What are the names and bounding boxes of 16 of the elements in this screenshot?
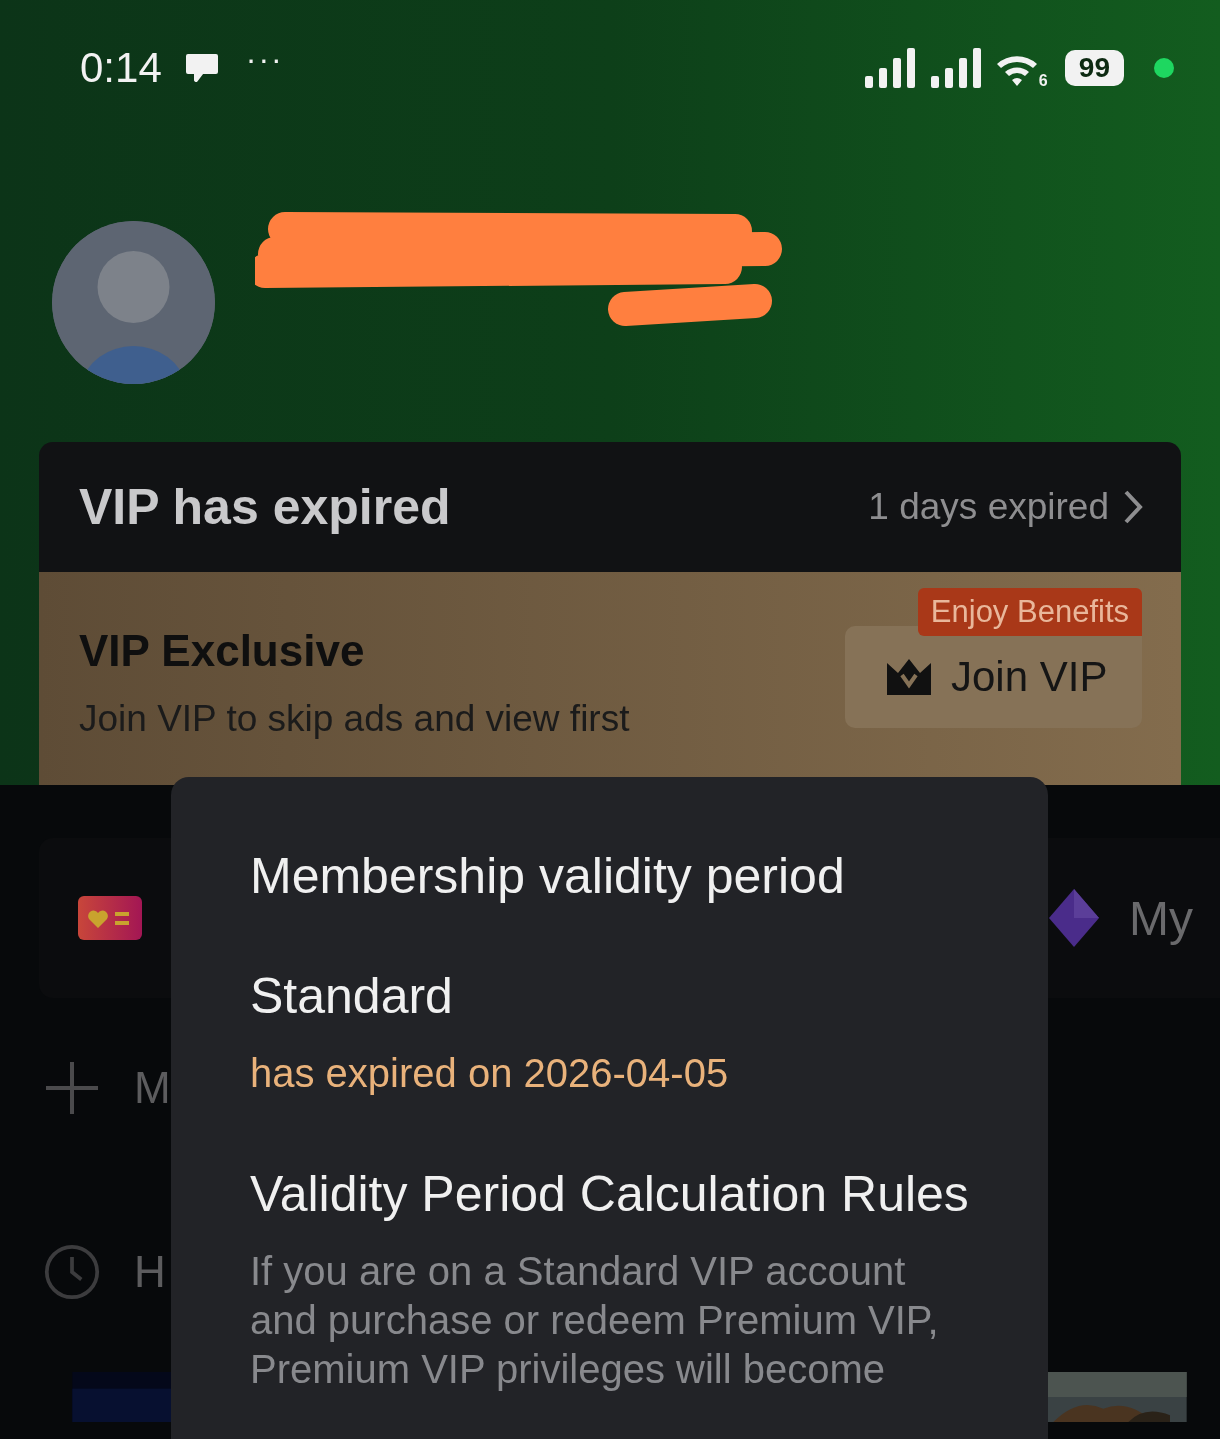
expiry-text: 1 days expired — [868, 486, 1109, 528]
status-time: 0:14 — [80, 43, 162, 92]
plan-name: Standard — [250, 967, 454, 1025]
promo-title: VIP Exclusive — [79, 626, 366, 676]
menu-item[interactable]: H — [134, 1247, 166, 1297]
rules-heading: Validity Period Calculation Rules — [250, 1165, 969, 1224]
benefits-badge: Enjoy Benefits — [917, 588, 1142, 636]
dialog-title: Membership validity period — [250, 847, 846, 905]
more-notifications: ··· — [245, 41, 284, 78]
menu-item[interactable]: M — [134, 1063, 171, 1113]
vip-status-title: VIP has expired — [79, 478, 451, 536]
battery-level: 99 — [1064, 49, 1124, 86]
expiry-status: has expired on 2026-04-05 — [250, 1051, 730, 1096]
vip-status-bar[interactable]: VIP has expired 1 days expired — [39, 442, 1181, 572]
promo-text: Join VIP to skip ads and view first — [79, 698, 630, 740]
rules-text: If you are on a Standard VIP account and purchase or redeem Premium VIP, Premium VIP privileges will become — [250, 1248, 940, 1393]
